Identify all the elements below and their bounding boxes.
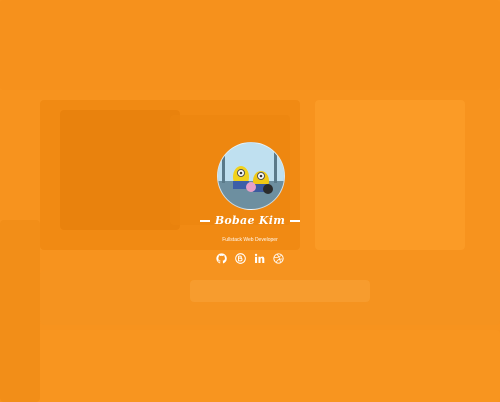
github-icon — [216, 253, 227, 264]
profile-card: Bobae Kim Fullstack Web Developer — [0, 0, 500, 402]
profile-name: Bobae Kim — [214, 214, 286, 227]
avatar — [217, 142, 285, 210]
social-links — [0, 253, 500, 264]
dribbble-icon — [273, 253, 284, 264]
blog-icon — [235, 253, 246, 264]
linkedin-icon — [254, 253, 265, 263]
name-dash-right — [290, 220, 301, 222]
avatar-photo — [218, 143, 284, 209]
blog-link[interactable] — [235, 253, 246, 264]
github-link[interactable] — [216, 253, 227, 264]
profile-name-row: Bobae Kim — [0, 214, 500, 227]
linkedin-link[interactable] — [254, 253, 265, 264]
dribbble-link[interactable] — [273, 253, 284, 264]
profile-role: Fullstack Web Developer — [222, 237, 278, 243]
name-dash-left — [199, 220, 210, 222]
